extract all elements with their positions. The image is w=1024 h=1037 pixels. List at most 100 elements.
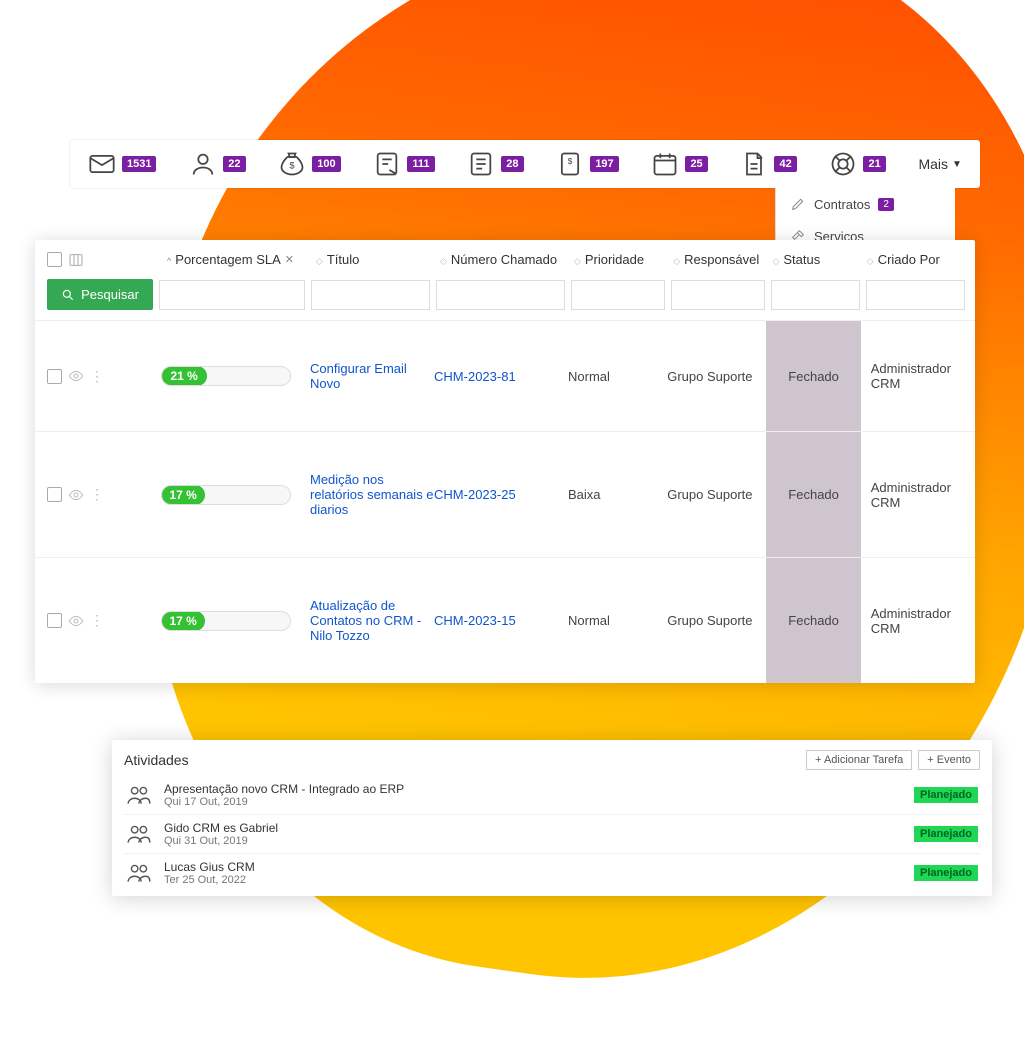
sla-value: 17 % [161, 611, 205, 631]
cell-number[interactable]: CHM-2023-15 [434, 613, 568, 628]
activity-row[interactable]: Gido CRM es Gabriel Qui 31 Out, 2019 Pla… [124, 814, 980, 853]
diamond-icon [440, 252, 447, 267]
counter-badge: 111 [407, 156, 434, 172]
mail-icon [88, 150, 116, 178]
close-icon[interactable]: ✕ [285, 253, 294, 266]
cell-number[interactable]: CHM-2023-81 [434, 369, 568, 384]
activity-title: Gido CRM es Gabriel [164, 821, 902, 835]
filter-input-resp[interactable] [671, 280, 765, 310]
ticket-rows: ⋮ 21 % Configurar Email Novo CHM-2023-81… [35, 320, 975, 683]
more-dropdown-trigger[interactable]: Mais ▼ [918, 156, 961, 172]
col-head-sla[interactable]: Porcentagem SLA ✕ [161, 248, 310, 271]
cell-priority: Normal [568, 613, 667, 628]
cell-title[interactable]: Atualização de Contatos no CRM - Nilo To… [310, 598, 434, 643]
chevron-down-icon: ▼ [952, 159, 962, 170]
search-button[interactable]: Pesquisar [47, 279, 153, 310]
counter-note[interactable]: 28 [467, 150, 523, 178]
counter-invoice[interactable]: 111 [373, 150, 434, 178]
people-icon [126, 860, 152, 886]
dropdown-label: Contratos [814, 197, 870, 212]
activities-panel: Atividades + Adicionar Tarefa + Evento A… [112, 740, 992, 896]
filter-input-num[interactable] [436, 280, 565, 310]
diamond-icon [316, 252, 323, 267]
calendar-icon [651, 150, 679, 178]
counter-money[interactable]: $ 100 [278, 150, 340, 178]
counters-bar: 1531 22 $ 100 111 28 $ 197 25 42 [70, 140, 980, 188]
sla-progress: 17 % [161, 611, 291, 631]
filter-row: Pesquisar [35, 275, 975, 320]
activity-status: Planejado [914, 826, 978, 842]
sla-progress: 21 % [161, 366, 291, 386]
eye-icon[interactable] [68, 487, 84, 503]
cell-status: Fechado [766, 432, 860, 557]
activity-title: Apresentação novo CRM - Integrado ao ERP [164, 782, 902, 796]
eye-icon[interactable] [68, 368, 84, 384]
col-label: Número Chamado [451, 252, 557, 267]
filter-input-sla[interactable] [159, 280, 305, 310]
diamond-icon [772, 252, 779, 267]
note-icon [467, 150, 495, 178]
dropdown-badge: 2 [878, 198, 894, 211]
counter-calendar[interactable]: 25 [651, 150, 707, 178]
activity-rows: Apresentação novo CRM - Integrado ao ERP… [124, 776, 980, 892]
col-label: Prioridade [585, 252, 644, 267]
table-row: ⋮ 21 % Configurar Email Novo CHM-2023-81… [35, 320, 975, 431]
filter-input-title[interactable] [311, 280, 430, 310]
add-task-button[interactable]: + Adicionar Tarefa [806, 750, 912, 770]
select-all-checkbox[interactable] [47, 252, 62, 267]
cell-title[interactable]: Configurar Email Novo [310, 361, 434, 391]
counter-badge: 21 [863, 156, 885, 172]
activities-title: Atividades [124, 752, 189, 768]
eye-icon[interactable] [68, 613, 84, 629]
sla-value: 17 % [161, 485, 205, 505]
column-headers: Porcentagem SLA ✕ Título Número Chamado … [35, 240, 975, 275]
filter-input-crea[interactable] [866, 280, 965, 310]
col-head-title[interactable]: Título [310, 248, 434, 271]
invoice-icon [373, 150, 401, 178]
cell-status: Fechado [766, 321, 860, 431]
col-label: Responsável [684, 252, 759, 267]
col-head-num[interactable]: Número Chamado [434, 248, 568, 271]
row-checkbox[interactable] [47, 369, 62, 384]
money-bag-icon: $ [278, 150, 306, 178]
counter-badge: 25 [685, 156, 707, 172]
col-head-prio[interactable]: Prioridade [568, 248, 667, 271]
col-head-resp[interactable]: Responsável [667, 248, 766, 271]
activity-row[interactable]: Lucas Gius CRM Ter 25 Out, 2022 Planejad… [124, 853, 980, 892]
counter-receipt[interactable]: $ 197 [556, 150, 618, 178]
people-icon [126, 821, 152, 847]
cell-number[interactable]: CHM-2023-25 [434, 487, 568, 502]
counter-badge: 100 [312, 156, 340, 172]
col-head-stat[interactable]: Status [766, 248, 860, 271]
counter-doc[interactable]: 42 [740, 150, 796, 178]
filter-input-stat[interactable] [771, 280, 860, 310]
activity-row[interactable]: Apresentação novo CRM - Integrado ao ERP… [124, 776, 980, 814]
col-head-crea[interactable]: Criado Por [861, 248, 965, 271]
more-label: Mais [918, 156, 948, 172]
diamond-icon [867, 252, 874, 267]
activity-date: Qui 31 Out, 2019 [164, 835, 902, 847]
search-icon [61, 288, 75, 302]
counter-mail[interactable]: 1531 [88, 150, 156, 178]
dropdown-item-contratos[interactable]: Contratos 2 [776, 188, 955, 220]
cell-title[interactable]: Medição nos relatórios semanais e diario… [310, 472, 434, 517]
kebab-icon[interactable]: ⋮ [90, 486, 104, 503]
diamond-icon [574, 252, 581, 267]
kebab-icon[interactable]: ⋮ [90, 612, 104, 629]
search-label: Pesquisar [81, 287, 139, 302]
counter-lifebuoy[interactable]: 21 [829, 150, 885, 178]
kebab-icon[interactable]: ⋮ [90, 368, 104, 385]
receipt-icon: $ [556, 150, 584, 178]
col-label: Criado Por [878, 252, 940, 267]
col-label: Título [327, 252, 360, 267]
cell-priority: Baixa [568, 487, 667, 502]
counter-person[interactable]: 22 [189, 150, 245, 178]
columns-icon[interactable] [68, 252, 84, 268]
filter-input-prio[interactable] [571, 280, 665, 310]
counter-badge: 28 [501, 156, 523, 172]
add-event-button[interactable]: + Evento [918, 750, 980, 770]
row-checkbox[interactable] [47, 613, 62, 628]
activity-status: Planejado [914, 865, 978, 881]
cell-responsible: Grupo Suporte [667, 487, 766, 502]
row-checkbox[interactable] [47, 487, 62, 502]
